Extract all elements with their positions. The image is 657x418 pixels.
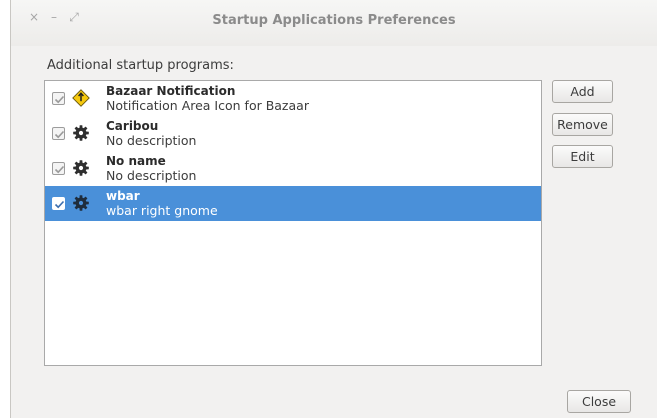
remove-button[interactable]: Remove <box>552 113 613 136</box>
program-name: Caribou <box>106 119 159 133</box>
section-label: Additional startup programs: <box>47 58 234 73</box>
title-bar[interactable]: × – ⤢ Startup Applications Preferences <box>11 0 657 46</box>
gear-icon <box>72 194 90 212</box>
bazaar-warning-icon <box>72 89 90 107</box>
startup-programs-list[interactable]: Bazaar Notification Notification Area Ic… <box>44 80 542 366</box>
program-name: Bazaar Notification <box>106 84 236 98</box>
program-description: No description <box>106 168 197 183</box>
program-name: wbar <box>106 189 140 203</box>
enabled-checkbox[interactable] <box>52 162 65 175</box>
enabled-checkbox[interactable] <box>52 197 65 210</box>
program-description: Notification Area Icon for Bazaar <box>106 98 309 113</box>
list-item[interactable]: Bazaar Notification Notification Area Ic… <box>45 81 541 116</box>
program-description: No description <box>106 133 197 148</box>
list-item[interactable]: Caribou No description <box>45 116 541 151</box>
startup-applications-window: × – ⤢ Startup Applications Preferences A… <box>10 0 657 418</box>
window-title: Startup Applications Preferences <box>212 13 456 28</box>
enabled-checkbox[interactable] <box>52 92 65 105</box>
program-name: No name <box>106 154 166 168</box>
list-item-selected[interactable]: wbar wbar right gnome <box>45 186 541 221</box>
close-button[interactable]: Close <box>567 390 631 413</box>
gear-icon <box>72 159 90 177</box>
edit-button[interactable]: Edit <box>552 145 613 168</box>
program-description: wbar right gnome <box>106 203 218 218</box>
add-button[interactable]: Add <box>552 80 613 103</box>
gear-icon <box>72 124 90 142</box>
list-item[interactable]: No name No description <box>45 151 541 186</box>
enabled-checkbox[interactable] <box>52 127 65 140</box>
